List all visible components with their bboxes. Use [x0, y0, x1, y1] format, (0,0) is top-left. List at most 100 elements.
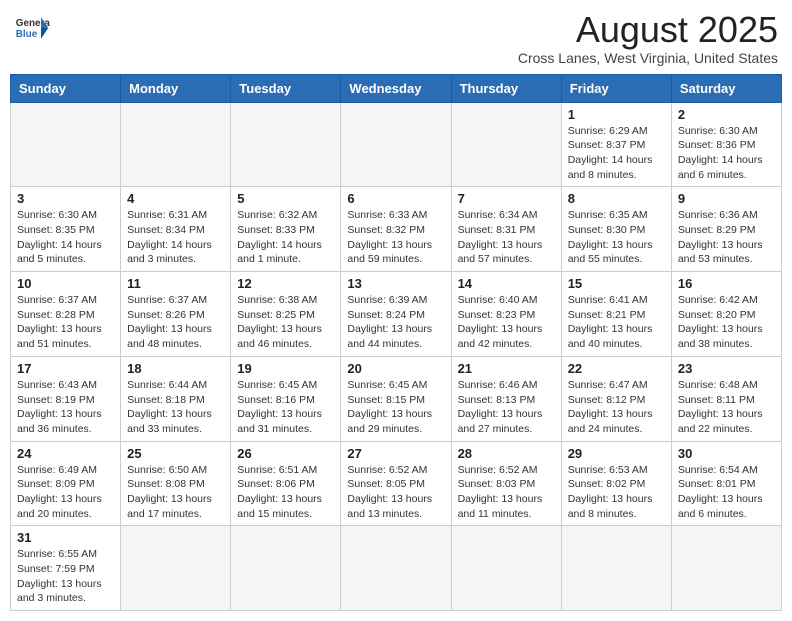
calendar-cell: 26 Sunrise: 6:51 AM Sunset: 8:06 PM Dayli…: [231, 441, 341, 526]
header-cell-saturday: Saturday: [671, 74, 781, 102]
calendar-cell: 16Sunrise: 6:42 AM Sunset: 8:20 PM Dayli…: [671, 272, 781, 357]
calendar-subtitle: Cross Lanes, West Virginia, United State…: [518, 50, 778, 66]
calendar-cell: 14 Sunrise: 6:40 AM Sunset: 8:23 PM Dayli…: [451, 272, 561, 357]
day-number: 25: [127, 446, 224, 461]
calendar-title: August 2025: [518, 10, 778, 50]
header-cell-sunday: Sunday: [11, 74, 121, 102]
calendar-cell: 5Sunrise: 6:32 AM Sunset: 8:33 PM Daylig…: [231, 187, 341, 272]
calendar-week-row: 10 Sunrise: 6:37 AM Sunset: 8:28 PM Dayli…: [11, 272, 782, 357]
header-cell-thursday: Thursday: [451, 74, 561, 102]
calendar-cell: [11, 102, 121, 187]
calendar-cell: 15Sunrise: 6:41 AM Sunset: 8:21 PM Dayli…: [561, 272, 671, 357]
day-info: Sunrise: 6:30 AM Sunset: 8:36 PM Dayligh…: [678, 124, 775, 183]
calendar-cell: 25Sunrise: 6:50 AM Sunset: 8:08 PM Dayli…: [121, 441, 231, 526]
day-number: 23: [678, 361, 775, 376]
calendar-cell: 18 Sunrise: 6:44 AM Sunset: 8:18 PM Dayli…: [121, 356, 231, 441]
calendar-cell: 19Sunrise: 6:45 AM Sunset: 8:16 PM Dayli…: [231, 356, 341, 441]
calendar-cell: 30 Sunrise: 6:54 AM Sunset: 8:01 PM Dayli…: [671, 441, 781, 526]
calendar-cell: 23Sunrise: 6:48 AM Sunset: 8:11 PM Dayli…: [671, 356, 781, 441]
day-info: Sunrise: 6:53 AM Sunset: 8:02 PM Dayligh…: [568, 463, 665, 522]
calendar-cell: 11Sunrise: 6:37 AM Sunset: 8:26 PM Dayli…: [121, 272, 231, 357]
day-info: Sunrise: 6:36 AM Sunset: 8:29 PM Dayligh…: [678, 208, 775, 267]
calendar-cell: 8 Sunrise: 6:35 AM Sunset: 8:30 PM Daylig…: [561, 187, 671, 272]
calendar-cell: 7Sunrise: 6:34 AM Sunset: 8:31 PM Daylig…: [451, 187, 561, 272]
day-info: Sunrise: 6:30 AM Sunset: 8:35 PM Dayligh…: [17, 208, 114, 267]
header-cell-tuesday: Tuesday: [231, 74, 341, 102]
calendar-cell: [561, 526, 671, 611]
calendar-cell: [341, 526, 451, 611]
day-info: Sunrise: 6:42 AM Sunset: 8:20 PM Dayligh…: [678, 293, 775, 352]
day-info: Sunrise: 6:47 AM Sunset: 8:12 PM Dayligh…: [568, 378, 665, 437]
day-number: 4: [127, 191, 224, 206]
calendar-week-row: 24Sunrise: 6:49 AM Sunset: 8:09 PM Dayli…: [11, 441, 782, 526]
calendar-cell: 21Sunrise: 6:46 AM Sunset: 8:13 PM Dayli…: [451, 356, 561, 441]
calendar-week-row: 31Sunrise: 6:55 AM Sunset: 7:59 PM Dayli…: [11, 526, 782, 611]
day-info: Sunrise: 6:52 AM Sunset: 8:05 PM Dayligh…: [347, 463, 444, 522]
day-info: Sunrise: 6:45 AM Sunset: 8:16 PM Dayligh…: [237, 378, 334, 437]
calendar-cell: 24Sunrise: 6:49 AM Sunset: 8:09 PM Dayli…: [11, 441, 121, 526]
day-number: 1: [568, 107, 665, 122]
day-number: 26: [237, 446, 334, 461]
calendar-cell: 31Sunrise: 6:55 AM Sunset: 7:59 PM Dayli…: [11, 526, 121, 611]
calendar-cell: 3Sunrise: 6:30 AM Sunset: 8:35 PM Daylig…: [11, 187, 121, 272]
calendar-header-row: SundayMondayTuesdayWednesdayThursdayFrid…: [11, 74, 782, 102]
day-info: Sunrise: 6:35 AM Sunset: 8:30 PM Dayligh…: [568, 208, 665, 267]
day-number: 21: [458, 361, 555, 376]
day-number: 29: [568, 446, 665, 461]
calendar-table: SundayMondayTuesdayWednesdayThursdayFrid…: [10, 74, 782, 612]
day-number: 30: [678, 446, 775, 461]
day-number: 13: [347, 276, 444, 291]
day-info: Sunrise: 6:32 AM Sunset: 8:33 PM Dayligh…: [237, 208, 334, 267]
calendar-cell: 28Sunrise: 6:52 AM Sunset: 8:03 PM Dayli…: [451, 441, 561, 526]
calendar-cell: 10 Sunrise: 6:37 AM Sunset: 8:28 PM Dayli…: [11, 272, 121, 357]
day-info: Sunrise: 6:33 AM Sunset: 8:32 PM Dayligh…: [347, 208, 444, 267]
day-info: Sunrise: 6:44 AM Sunset: 8:18 PM Dayligh…: [127, 378, 224, 437]
header-cell-monday: Monday: [121, 74, 231, 102]
general-blue-icon: General Blue: [14, 10, 50, 46]
day-number: 14: [458, 276, 555, 291]
day-info: Sunrise: 6:45 AM Sunset: 8:15 PM Dayligh…: [347, 378, 444, 437]
day-number: 7: [458, 191, 555, 206]
calendar-cell: [121, 102, 231, 187]
day-number: 8: [568, 191, 665, 206]
day-info: Sunrise: 6:43 AM Sunset: 8:19 PM Dayligh…: [17, 378, 114, 437]
logo: General Blue: [14, 10, 54, 46]
calendar-cell: 12Sunrise: 6:38 AM Sunset: 8:25 PM Dayli…: [231, 272, 341, 357]
day-info: Sunrise: 6:49 AM Sunset: 8:09 PM Dayligh…: [17, 463, 114, 522]
day-info: Sunrise: 6:39 AM Sunset: 8:24 PM Dayligh…: [347, 293, 444, 352]
header-cell-wednesday: Wednesday: [341, 74, 451, 102]
calendar-cell: 22Sunrise: 6:47 AM Sunset: 8:12 PM Dayli…: [561, 356, 671, 441]
calendar-cell: 6Sunrise: 6:33 AM Sunset: 8:32 PM Daylig…: [341, 187, 451, 272]
day-info: Sunrise: 6:51 AM Sunset: 8:06 PM Dayligh…: [237, 463, 334, 522]
day-number: 10: [17, 276, 114, 291]
day-info: Sunrise: 6:54 AM Sunset: 8:01 PM Dayligh…: [678, 463, 775, 522]
calendar-cell: 27 Sunrise: 6:52 AM Sunset: 8:05 PM Dayli…: [341, 441, 451, 526]
day-info: Sunrise: 6:29 AM Sunset: 8:37 PM Dayligh…: [568, 124, 665, 183]
day-number: 17: [17, 361, 114, 376]
page-header: General Blue August 2025 Cross Lanes, We…: [10, 10, 782, 66]
day-info: Sunrise: 6:37 AM Sunset: 8:26 PM Dayligh…: [127, 293, 224, 352]
header-cell-friday: Friday: [561, 74, 671, 102]
day-number: 9: [678, 191, 775, 206]
calendar-cell: 13 Sunrise: 6:39 AM Sunset: 8:24 PM Dayli…: [341, 272, 451, 357]
day-number: 18: [127, 361, 224, 376]
calendar-cell: 17 Sunrise: 6:43 AM Sunset: 8:19 PM Dayli…: [11, 356, 121, 441]
day-info: Sunrise: 6:31 AM Sunset: 8:34 PM Dayligh…: [127, 208, 224, 267]
calendar-cell: [231, 526, 341, 611]
day-info: Sunrise: 6:40 AM Sunset: 8:23 PM Dayligh…: [458, 293, 555, 352]
day-info: Sunrise: 6:37 AM Sunset: 8:28 PM Dayligh…: [17, 293, 114, 352]
calendar-cell: [341, 102, 451, 187]
calendar-cell: 20 Sunrise: 6:45 AM Sunset: 8:15 PM Dayli…: [341, 356, 451, 441]
calendar-cell: [231, 102, 341, 187]
svg-text:Blue: Blue: [16, 29, 38, 40]
day-number: 28: [458, 446, 555, 461]
calendar-cell: 1 Sunrise: 6:29 AM Sunset: 8:37 PM Daylig…: [561, 102, 671, 187]
day-number: 12: [237, 276, 334, 291]
calendar-cell: 9 Sunrise: 6:36 AM Sunset: 8:29 PM Daylig…: [671, 187, 781, 272]
title-section: August 2025 Cross Lanes, West Virginia, …: [518, 10, 778, 66]
day-number: 27: [347, 446, 444, 461]
calendar-cell: [121, 526, 231, 611]
day-number: 31: [17, 530, 114, 545]
calendar-cell: [671, 526, 781, 611]
day-number: 20: [347, 361, 444, 376]
